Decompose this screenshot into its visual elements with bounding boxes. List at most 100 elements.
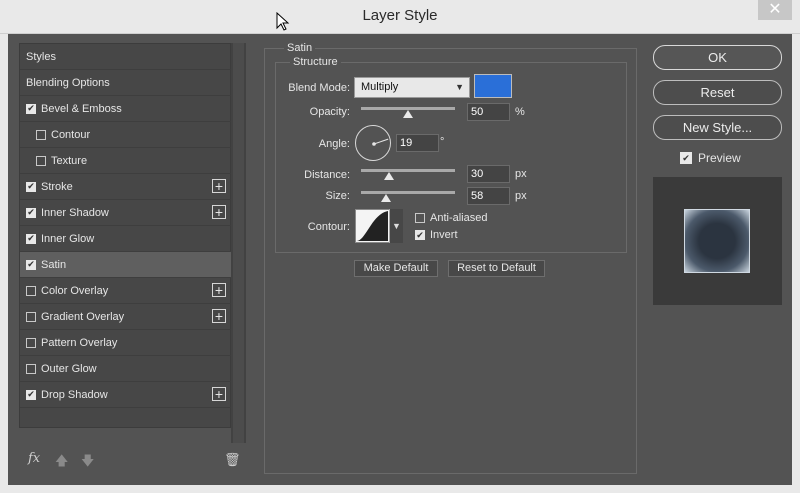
add-instance-plus-icon[interactable]: + bbox=[212, 309, 226, 323]
style-item-checkbox[interactable]: ✔ bbox=[26, 389, 36, 400]
style-item-styles[interactable]: Styles bbox=[20, 44, 231, 70]
add-instance-plus-icon[interactable]: + bbox=[212, 387, 226, 401]
move-down-icon[interactable]: 🡇 bbox=[81, 452, 94, 474]
blend-mode-value: Multiply bbox=[361, 81, 399, 93]
style-item-checkbox[interactable]: ✔ bbox=[26, 233, 36, 244]
style-item-pattern-overlay[interactable]: Pattern Overlay bbox=[20, 330, 231, 356]
style-item-label: Stroke bbox=[41, 180, 73, 193]
blend-color-swatch[interactable] bbox=[474, 74, 512, 98]
style-item-label: Contour bbox=[51, 128, 91, 141]
size-input[interactable]: 58 bbox=[467, 187, 510, 205]
style-item-gradient-overlay[interactable]: Gradient Overlay + bbox=[20, 304, 231, 330]
make-default-button[interactable]: Make Default bbox=[354, 260, 438, 277]
blend-mode-label: Blend Mode: bbox=[288, 82, 350, 94]
style-item-checkbox[interactable] bbox=[36, 155, 46, 166]
style-item-checkbox[interactable] bbox=[26, 311, 36, 322]
style-item-label: Satin bbox=[41, 258, 67, 271]
style-item-color-overlay[interactable]: Color Overlay + bbox=[20, 278, 231, 304]
style-item-inner-shadow[interactable]: ✔ Inner Shadow + bbox=[20, 200, 231, 226]
ok-button[interactable]: OK bbox=[653, 45, 782, 70]
style-item-label: Color Overlay bbox=[41, 284, 109, 297]
style-item-inner-glow[interactable]: ✔ Inner Glow bbox=[20, 226, 231, 252]
window-border-left bbox=[0, 34, 8, 493]
size-unit: px bbox=[515, 190, 527, 202]
styles-list-footer: fx 🡅 🡇 🗑 bbox=[19, 448, 245, 472]
style-item-checkbox[interactable]: ✔ bbox=[26, 207, 36, 218]
distance-input[interactable]: 30 bbox=[467, 165, 510, 183]
invert-label: Invert bbox=[430, 229, 458, 241]
window-border-right bbox=[792, 34, 800, 493]
style-item-texture[interactable]: Texture bbox=[20, 148, 231, 174]
angle-input[interactable]: 19 bbox=[396, 134, 439, 152]
style-item-checkbox[interactable] bbox=[26, 363, 36, 374]
style-item-outer-glow[interactable]: Outer Glow bbox=[20, 356, 231, 382]
new-style-button[interactable]: New Style... bbox=[653, 115, 782, 140]
style-item-label: Blending Options bbox=[26, 76, 110, 89]
window-title: Layer Style bbox=[362, 7, 438, 24]
style-item-label: Pattern Overlay bbox=[41, 336, 118, 349]
style-item-label: Inner Shadow bbox=[41, 206, 109, 219]
style-item-drop-shadow[interactable]: ✔ Drop Shadow + bbox=[20, 382, 231, 408]
style-item-label: Bevel & Emboss bbox=[41, 102, 122, 115]
size-label: Size: bbox=[325, 190, 350, 202]
trash-icon[interactable]: 🗑 bbox=[224, 452, 241, 468]
size-slider[interactable] bbox=[361, 191, 455, 194]
preview-label: Preview bbox=[698, 151, 741, 165]
anti-aliased-label: Anti-aliased bbox=[430, 212, 488, 224]
styles-list-scroll-thumb[interactable] bbox=[233, 43, 244, 443]
structure-group-label: Structure bbox=[290, 56, 341, 68]
opacity-unit: % bbox=[515, 106, 525, 118]
reset-button[interactable]: Reset bbox=[653, 80, 782, 105]
anti-aliased-option[interactable]: Anti-aliased bbox=[415, 212, 487, 224]
distance-unit: px bbox=[515, 168, 527, 180]
blend-mode-select[interactable]: Multiply ▼ bbox=[354, 77, 470, 98]
preview-option[interactable]: ✔ Preview bbox=[680, 151, 741, 165]
style-item-label: Inner Glow bbox=[41, 232, 95, 245]
size-slider-handle[interactable] bbox=[381, 194, 392, 202]
satin-group-label: Satin bbox=[284, 42, 316, 54]
angle-dial[interactable] bbox=[355, 125, 391, 161]
angle-dial-needle-icon bbox=[372, 138, 389, 146]
distance-slider[interactable] bbox=[361, 169, 455, 172]
reset-to-default-button[interactable]: Reset to Default bbox=[448, 260, 545, 277]
style-item-checkbox[interactable] bbox=[26, 337, 36, 348]
style-item-checkbox[interactable]: ✔ bbox=[26, 103, 36, 114]
distance-slider-handle[interactable] bbox=[384, 172, 395, 180]
style-preview-thumbnail bbox=[684, 209, 750, 273]
contour-dropdown-chevron-icon[interactable]: ▼ bbox=[389, 209, 403, 243]
mouse-cursor-icon bbox=[276, 12, 290, 31]
style-item-checkbox[interactable]: ✔ bbox=[26, 181, 36, 192]
style-item-blending-options[interactable]: Blending Options bbox=[20, 70, 231, 96]
style-item-bevel-emboss[interactable]: ✔ Bevel & Emboss bbox=[20, 96, 231, 122]
style-item-label: Gradient Overlay bbox=[41, 310, 125, 323]
angle-label: Angle: bbox=[318, 138, 350, 150]
contour-label: Contour: bbox=[307, 221, 350, 233]
style-item-checkbox[interactable]: ✔ bbox=[26, 259, 36, 270]
close-button[interactable]: ✕ bbox=[758, 0, 792, 20]
opacity-label: Opacity: bbox=[309, 106, 350, 118]
preview-checkbox[interactable]: ✔ bbox=[680, 152, 692, 164]
style-item-label: Drop Shadow bbox=[41, 388, 108, 401]
style-item-checkbox[interactable] bbox=[36, 129, 46, 140]
angle-unit: ° bbox=[440, 136, 445, 148]
style-item-label: Styles bbox=[26, 50, 56, 63]
styles-list: Styles Blending Options ✔ Bevel & Emboss Con… bbox=[19, 43, 231, 428]
opacity-slider-handle[interactable] bbox=[403, 110, 413, 118]
add-instance-plus-icon[interactable]: + bbox=[212, 179, 226, 193]
add-instance-plus-icon[interactable]: + bbox=[212, 283, 226, 297]
distance-label: Distance: bbox=[304, 169, 350, 181]
add-instance-plus-icon[interactable]: + bbox=[212, 205, 226, 219]
chevron-down-icon: ▼ bbox=[455, 82, 464, 92]
style-item-satin[interactable]: ✔ Satin bbox=[20, 252, 231, 278]
style-item-stroke[interactable]: ✔ Stroke + bbox=[20, 174, 231, 200]
style-item-contour[interactable]: Contour bbox=[20, 122, 231, 148]
anti-aliased-checkbox[interactable] bbox=[415, 213, 425, 223]
style-item-label: Outer Glow bbox=[41, 362, 97, 375]
window-border-bottom bbox=[0, 485, 800, 493]
move-up-icon[interactable]: 🡅 bbox=[55, 452, 68, 474]
fx-icon[interactable]: fx bbox=[28, 451, 40, 466]
opacity-input[interactable]: 50 bbox=[467, 103, 510, 121]
style-item-checkbox[interactable] bbox=[26, 285, 36, 296]
invert-option[interactable]: ✔ Invert bbox=[415, 229, 458, 241]
invert-checkbox[interactable]: ✔ bbox=[415, 230, 425, 240]
